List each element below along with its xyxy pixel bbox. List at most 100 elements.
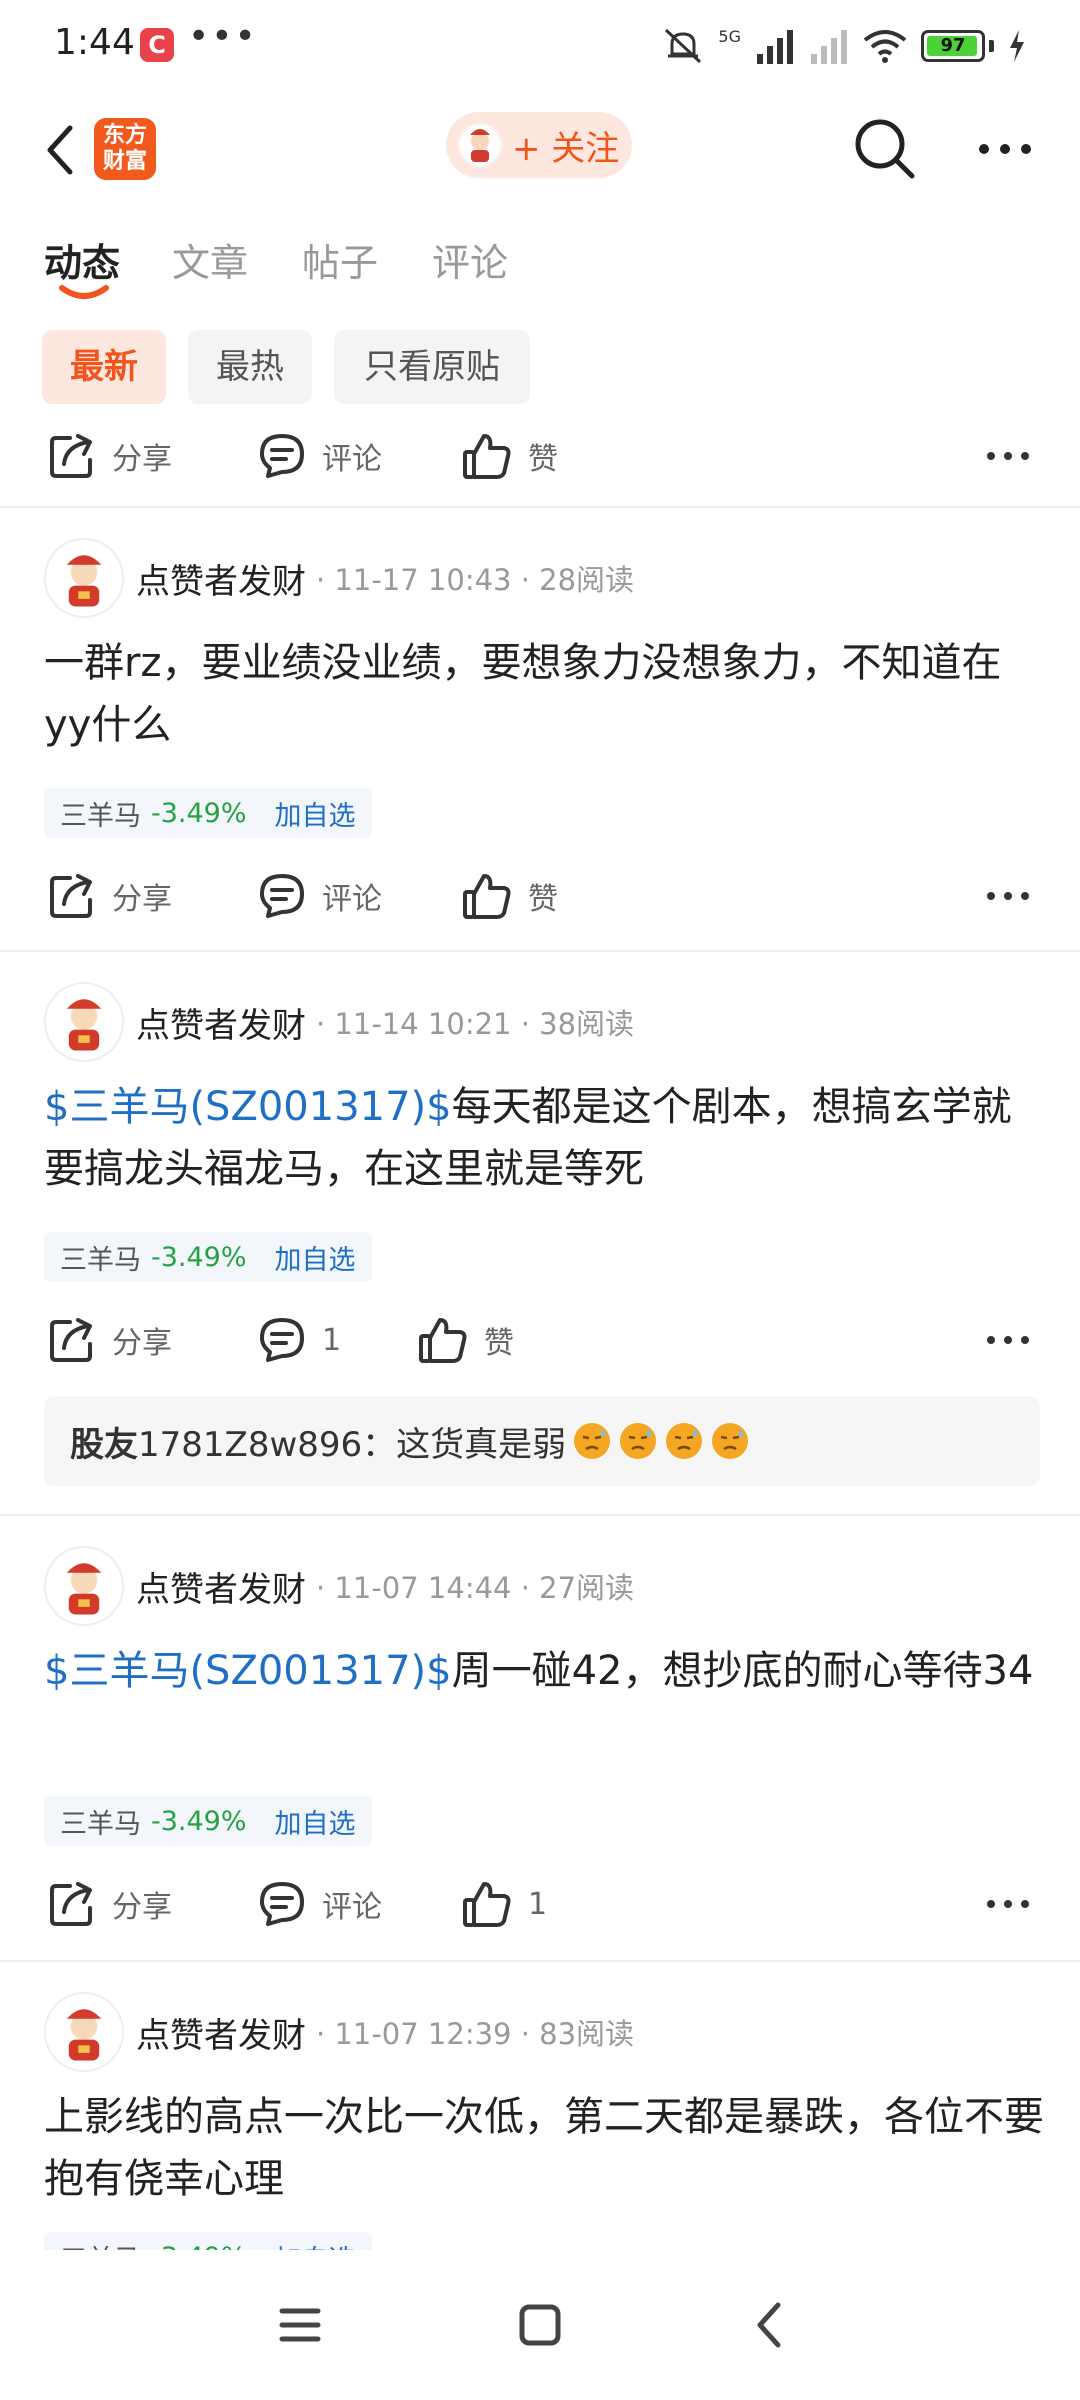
post-text[interactable]: $三羊马(SZ001317)$每天都是这个剧本，想搞玄学就要搞龙头福龙马，在这里… [44,1076,1044,1200]
mute-icon [665,28,702,64]
follow-button[interactable]: + 关注 [446,112,632,178]
author-avatar[interactable] [44,538,124,618]
more-notifications-icon: ••• [188,16,258,57]
logo-line-1: 东方 [102,123,147,148]
post-meta: · 11-07 12:39 · 83阅读 [316,2017,635,2051]
post-more-icon[interactable] [985,444,1031,468]
tab-articles[interactable]: 文章 [172,232,248,287]
comment-icon [260,434,304,478]
search-icon[interactable] [850,114,920,184]
like-label: 赞 [484,1326,514,1361]
thumbs-up-icon [463,1882,511,1927]
post-more-icon[interactable] [985,1328,1031,1352]
share-button[interactable]: 分享 [48,1864,172,1944]
author-name[interactable]: 点赞者发财 [136,1562,306,1611]
comment-icon [260,874,304,918]
reply-user: 股友 [70,1424,138,1465]
post-meta: · 11-14 10:21 · 38阅读 [316,1007,635,1041]
top-header: 东方 财富 + 关注 [0,100,1080,200]
share-icon [50,874,92,918]
stock-tag[interactable]: 三羊马 -3.49% 加自选 [44,1232,372,1282]
comment-icon [260,1882,304,1926]
comment-label: 评论 [322,1890,382,1925]
like-button[interactable]: 赞 [462,416,558,496]
comment-button[interactable]: 1 [258,1300,341,1380]
share-button[interactable]: 分享 [48,416,172,496]
comment-button[interactable]: 评论 [258,856,382,936]
sweat-emoji-icon [620,1423,657,1459]
back-arrow-icon[interactable] [36,120,86,180]
comment-icon [260,1318,304,1362]
page: 1:44 C ••• 5G 97 东方 财富 + 关注 动态 文章 帖子 评论 … [0,0,1080,2400]
like-count: 1 [528,1886,548,1922]
battery-cap [989,40,994,52]
tab-posts[interactable]: 帖子 [302,232,378,287]
author-name[interactable]: 点赞者发财 [136,2008,306,2057]
post-more-icon[interactable] [985,884,1031,908]
like-button[interactable]: 1 [462,1864,547,1944]
content-tabs: 动态 文章 帖子 评论 [0,220,1080,320]
stock-change: -3.49% [151,1805,247,1837]
stock-change: -3.49% [151,797,247,829]
thumbs-up-icon [463,874,511,919]
add-watchlist-button[interactable]: 加自选 [275,1238,356,1277]
more-menu-icon[interactable] [970,114,1040,184]
battery-percent: 97 [940,35,966,56]
post-actions: 分享 评论 1 [0,1864,1080,1944]
app-logo[interactable]: 东方 财富 [94,118,156,180]
filter-hottest[interactable]: 最热 [188,330,312,404]
follow-label: + 关注 [512,128,620,169]
divider [0,950,1080,952]
like-button[interactable]: 赞 [462,856,558,936]
menu-icon[interactable] [270,2295,330,2355]
charging-icon [1010,30,1024,62]
author-name[interactable]: 点赞者发财 [136,554,306,603]
author-avatar[interactable] [44,982,124,1062]
home-icon[interactable] [510,2295,570,2355]
share-icon [50,434,92,478]
comment-label: 评论 [322,442,382,477]
post-actions: 分享 评论 赞 [0,856,1080,936]
share-button[interactable]: 分享 [48,856,172,936]
post-body: 周一碰42，想抄底的耐心等待34 [451,1648,1034,1694]
back-icon[interactable] [740,2295,800,2355]
post-meta: · 11-17 10:43 · 28阅读 [316,563,635,597]
wifi-icon [863,30,907,63]
share-icon [50,1882,92,1926]
like-label: 赞 [528,442,558,477]
thumbs-up-icon [463,434,511,479]
divider [0,1514,1080,1516]
post-text[interactable]: $三羊马(SZ001317)$周一碰42，想抄底的耐心等待34 [44,1640,1044,1702]
stock-tag[interactable]: 三羊马 -3.49% 加自选 [44,2232,372,2250]
post-meta: · 11-07 14:44 · 27阅读 [316,1571,635,1605]
reply-preview[interactable]: 股友 1781Z8w896：这货真是弱 [44,1396,1040,1486]
add-watchlist-button[interactable]: 加自选 [275,794,356,833]
author-name[interactable]: 点赞者发财 [136,998,306,1047]
post-text[interactable]: 上影线的高点一次比一次低，第二天都是暴跌，各位不要抱有侥幸心理 [44,2086,1044,2210]
post-more-icon[interactable] [985,1892,1031,1916]
tab-comments[interactable]: 评论 [432,232,508,287]
post-body: 一群rz，要业绩没业绩，要想象力没想象力，不知道在yy什么 [44,640,1002,748]
stock-name: 三羊马 [60,1244,141,1276]
share-icon [50,1318,92,1362]
stock-link[interactable]: $三羊马(SZ001317)$ [44,1084,452,1130]
post-text[interactable]: 一群rz，要业绩没业绩，要想象力没想象力，不知道在yy什么 [44,632,1044,756]
filter-original-only[interactable]: 只看原贴 [334,330,530,404]
divider [0,1960,1080,1962]
comment-button[interactable]: 评论 [258,416,382,496]
stock-link[interactable]: $三羊马(SZ001317)$ [44,1648,452,1694]
post-header: 点赞者发财 · 11-07 12:39 · 83阅读 [44,1992,1044,2072]
add-watchlist-button[interactable]: 加自选 [275,2238,356,2251]
stock-change: -3.49% [151,1241,247,1273]
author-avatar[interactable] [44,1992,124,2072]
stock-tag[interactable]: 三羊马 -3.49% 加自选 [44,788,372,838]
like-button[interactable]: 赞 [418,1300,514,1380]
author-avatar[interactable] [44,1546,124,1626]
filter-latest[interactable]: 最新 [42,330,166,404]
stock-tag[interactable]: 三羊马 -3.49% 加自选 [44,1796,372,1846]
add-watchlist-button[interactable]: 加自选 [275,1802,356,1841]
tab-dynamics[interactable]: 动态 [44,232,120,287]
share-button[interactable]: 分享 [48,1300,172,1380]
comment-button[interactable]: 评论 [258,1864,382,1944]
comment-count: 1 [322,1322,342,1358]
